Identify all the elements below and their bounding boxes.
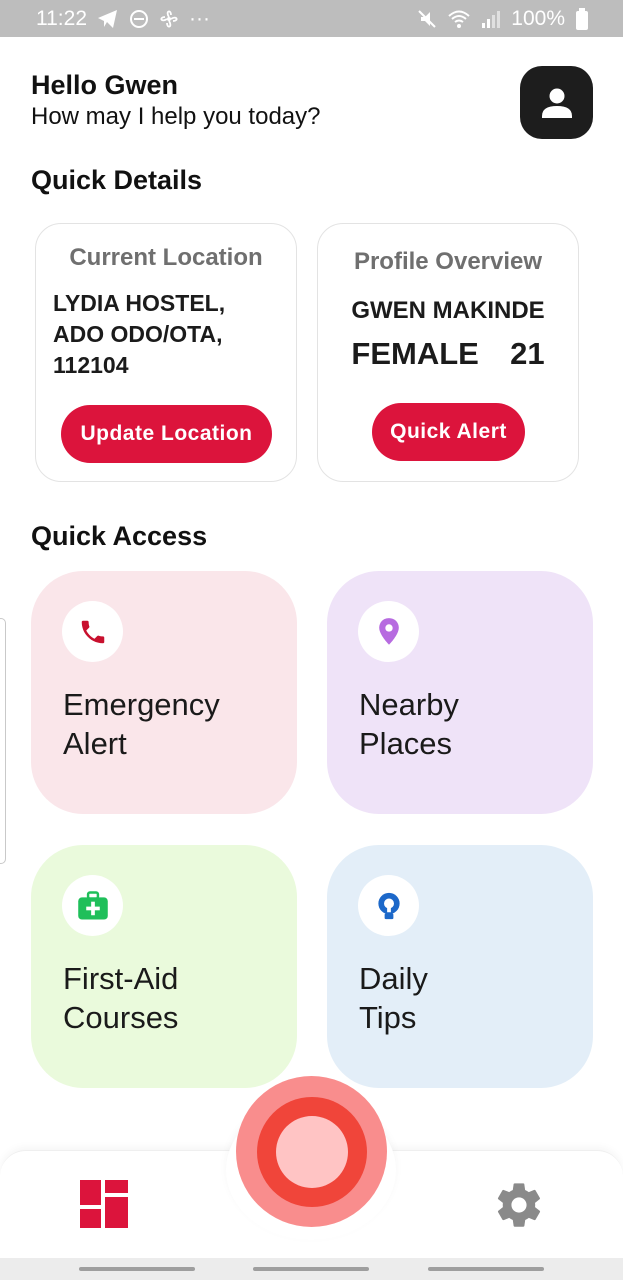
daily-tips-line2: Tips: [359, 1000, 417, 1035]
phone-icon: [62, 601, 123, 662]
first-aid-kit-icon: [62, 875, 123, 936]
emergency-alert-tile[interactable]: Emergency Alert: [31, 571, 297, 814]
sos-button[interactable]: [236, 1076, 387, 1227]
status-bar: 11:22 ··· 100%: [0, 0, 623, 37]
signal-icon: [481, 9, 501, 29]
mute-icon: [417, 9, 437, 29]
nav-back-handle[interactable]: [79, 1267, 195, 1271]
dashboard-icon: [80, 1180, 128, 1228]
nearby-places-tile[interactable]: Nearby Places: [327, 571, 593, 814]
battery-percent: 100%: [511, 6, 565, 30]
settings-nav-button[interactable]: [493, 1179, 545, 1231]
daily-tips-tile[interactable]: Daily Tips: [327, 845, 593, 1088]
sos-center: [275, 1115, 348, 1188]
update-location-button[interactable]: Update Location: [61, 405, 272, 463]
wifi-icon: [447, 9, 471, 29]
first-aid-courses-line2: Courses: [63, 1000, 179, 1035]
nearby-places-label: Nearby Places: [359, 685, 459, 763]
current-location-heading: Current Location: [69, 244, 263, 271]
first-aid-courses-line1: First-Aid: [63, 961, 179, 996]
nearby-places-line1: Nearby: [359, 687, 459, 722]
profile-gender: FEMALE: [351, 336, 479, 371]
address-block: LYDIA HOSTEL, ADO ODO/OTA, 112104: [53, 288, 225, 381]
battery-icon: [575, 7, 589, 30]
profile-avatar-button[interactable]: [520, 66, 593, 139]
first-aid-courses-label: First-Aid Courses: [63, 959, 178, 1037]
dashboard-nav-button[interactable]: [80, 1180, 128, 1228]
profile-name: GWEN MAKINDE: [351, 297, 545, 324]
location-pin-icon: [358, 601, 419, 662]
current-location-card: Current Location LYDIA HOSTEL, ADO ODO/O…: [35, 223, 297, 482]
status-left: 11:22 ···: [36, 7, 210, 31]
address-line-3: 112104: [53, 352, 129, 378]
do-not-disturb-icon: [129, 9, 149, 29]
quick-details-title: Quick Details: [31, 165, 203, 195]
profile-gender-age: FEMALE 21: [318, 336, 578, 372]
status-time: 11:22: [36, 6, 87, 30]
emergency-alert-label: Emergency Alert: [63, 685, 220, 763]
lightbulb-icon: [358, 875, 419, 936]
sos-ring: [256, 1096, 367, 1207]
profile-overview-card: Profile Overview GWEN MAKINDE FEMALE 21 …: [317, 223, 579, 482]
address-line-1: LYDIA HOSTEL,: [53, 290, 226, 316]
status-right: 100%: [417, 7, 589, 31]
first-aid-courses-tile[interactable]: First-Aid Courses: [31, 845, 297, 1088]
emergency-alert-line2: Alert: [63, 726, 127, 761]
fan-icon: [159, 9, 179, 29]
quick-alert-button[interactable]: Quick Alert: [372, 403, 525, 461]
system-navigation-bar: [0, 1258, 623, 1280]
side-drawer-handle[interactable]: [0, 618, 6, 864]
status-more: ···: [189, 6, 210, 30]
profile-age: 21: [510, 336, 545, 371]
greeting-subtitle: How may I help you today?: [31, 103, 321, 130]
address-line-2: ADO ODO/OTA,: [53, 321, 223, 347]
greeting: Hello Gwen How may I help you today?: [31, 70, 321, 131]
telegram-icon: [97, 9, 119, 29]
emergency-alert-line1: Emergency: [63, 687, 220, 722]
profile-overview-heading: Profile Overview: [353, 248, 543, 275]
daily-tips-line1: Daily: [359, 961, 428, 996]
quick-access-title: Quick Access: [31, 521, 208, 551]
person-icon: [541, 88, 572, 118]
gear-icon: [497, 1183, 541, 1227]
nav-home-handle[interactable]: [253, 1267, 369, 1271]
daily-tips-label: Daily Tips: [359, 959, 428, 1037]
nearby-places-line2: Places: [359, 726, 453, 761]
nav-recents-handle[interactable]: [428, 1267, 544, 1271]
greeting-title: Hello Gwen: [31, 70, 179, 100]
